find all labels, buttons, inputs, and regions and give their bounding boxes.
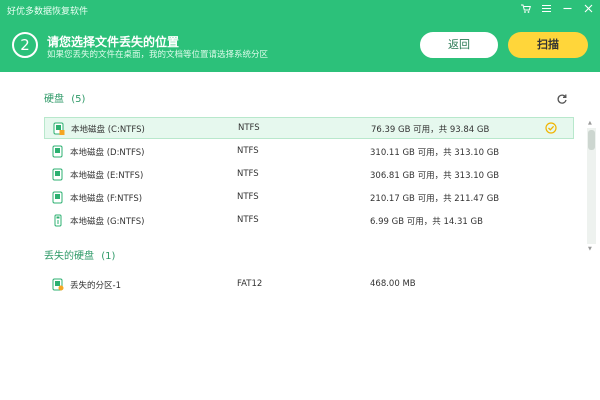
header-bar: 好优多数据恢复软件 2 请您选择文件丢失的位置 如果您丢失的文件在桌面，我的文档… [0,0,600,72]
disk-capacity: 306.81 GB 可用，共 313.10 GB [370,171,500,181]
disk-capacity: 310.11 GB 可用，共 313.10 GB [370,148,500,158]
section-lost-title: 丢失的硬盘 [44,251,94,262]
lost-partition-icon [52,278,64,294]
menu-icon[interactable] [541,3,552,14]
back-button[interactable]: 返回 [420,32,498,58]
refresh-icon[interactable] [556,90,568,109]
disk-capacity: 76.39 GB 可用，共 93.84 GB [371,125,490,135]
partition-name: 丢失的分区-1 [70,281,121,291]
disk-icon [52,191,64,207]
disk-row[interactable]: 本地磁盘 (E:NTFS) NTFS 306.81 GB 可用，共 313.10… [44,164,574,186]
disk-row[interactable]: 本地磁盘 (D:NTFS) NTFS 310.11 GB 可用，共 313.10… [44,141,574,163]
disk-filesystem: NTFS [237,169,259,179]
scroll-down-icon[interactable]: ▼ [588,246,592,252]
app-title: 好优多数据恢复软件 [7,7,89,17]
lost-partition-row[interactable]: 丢失的分区-1 FAT12 468.00 MB [44,274,574,296]
disk-filesystem: NTFS [237,192,259,202]
scrollbar[interactable]: ▲ ▼ [587,120,596,252]
disk-name: 本地磁盘 (E:NTFS) [70,171,144,181]
disk-icon [52,168,64,184]
disk-capacity: 210.17 GB 可用，共 211.47 GB [370,194,500,204]
disk-capacity: 6.99 GB 可用，共 14.31 GB [370,217,483,227]
disk-name: 本地磁盘 (G:NTFS) [70,217,145,227]
disk-name: 本地磁盘 (C:NTFS) [71,125,145,135]
minimize-icon[interactable] [562,3,573,14]
disk-name: 本地磁盘 (F:NTFS) [70,194,143,204]
section-lost-count: (1) [101,251,116,262]
disk-icon [52,145,64,161]
step-subtitle: 如果您丢失的文件在桌面，我的文档等位置请选择系统分区 [47,50,269,60]
check-circle-icon [545,122,557,137]
disk-filesystem: NTFS [237,146,259,156]
scroll-up-icon[interactable]: ▲ [588,120,592,126]
disk-row[interactable]: 本地磁盘 (G:NTFS) NTFS 6.99 GB 可用，共 14.31 GB [44,210,574,232]
disk-row[interactable]: 本地磁盘 (C:NTFS) NTFS 76.39 GB 可用，共 93.84 G… [44,117,574,139]
disk-row[interactable]: 本地磁盘 (F:NTFS) NTFS 210.17 GB 可用，共 211.47… [44,187,574,209]
disk-name: 本地磁盘 (D:NTFS) [70,148,145,158]
scroll-thumb[interactable] [588,130,595,150]
partition-filesystem: FAT12 [237,279,263,289]
section-disks-title: 硬盘 [44,94,64,105]
partition-capacity: 468.00 MB [370,279,416,289]
usb-icon [52,214,64,230]
section-disks-count: (5) [71,94,86,105]
scan-button[interactable]: 扫描 [508,32,588,58]
disk-filesystem: NTFS [237,215,259,225]
window-controls [520,3,594,14]
close-icon[interactable] [583,3,594,14]
cart-icon[interactable] [520,3,531,14]
step-number-badge: 2 [12,32,38,58]
disk-filesystem: NTFS [238,123,260,133]
disk-windows-icon [53,122,65,138]
section-lost-heading: 丢失的硬盘 (1) [44,247,115,262]
section-disks-heading: 硬盘 (5) [44,90,85,105]
